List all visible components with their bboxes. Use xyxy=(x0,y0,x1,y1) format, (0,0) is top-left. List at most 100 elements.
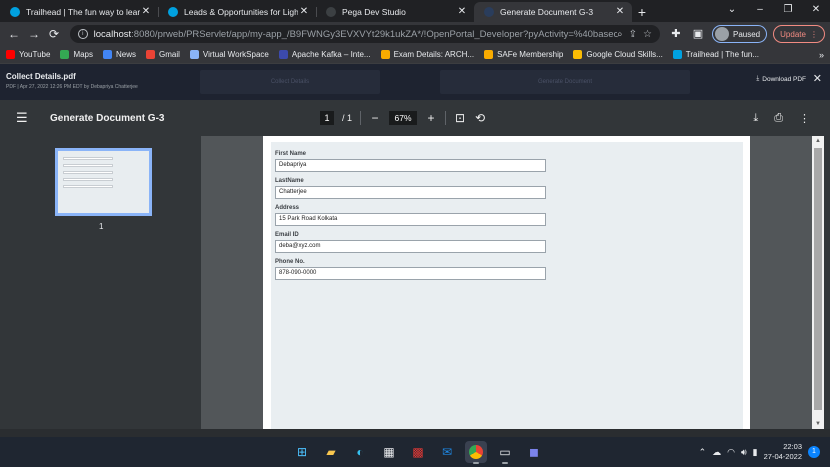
mail-icon[interactable]: ✉ xyxy=(436,441,458,463)
zoom-out-button[interactable]: − xyxy=(369,111,381,125)
pdf-page: First Name Debapriya LastName Chatterjee… xyxy=(263,136,750,429)
download-icon[interactable]: ⤓ xyxy=(753,112,758,125)
trailhead-favicon-icon xyxy=(10,7,20,17)
address-field[interactable]: 15 Park Road Kolkata xyxy=(275,213,546,226)
site-info-icon[interactable]: i xyxy=(78,29,88,39)
wifi-icon[interactable]: ◠ xyxy=(727,447,735,458)
edge-icon[interactable]: ◐ xyxy=(349,441,371,463)
chrome-logo-icon xyxy=(469,445,483,459)
print-icon[interactable]: ⎙ xyxy=(774,112,783,125)
close-icon[interactable]: ✕ xyxy=(298,6,310,18)
workspace-icon xyxy=(189,50,199,59)
zoom-level-input[interactable]: 67% xyxy=(389,111,418,125)
bookmarks-overflow-button[interactable]: » xyxy=(819,50,824,60)
page-zoom-controls: 1 / 1 − 67% + ⊡ ⟲ xyxy=(320,100,486,136)
tab-label: Pega Dev Studio xyxy=(342,7,406,17)
rotate-icon[interactable]: ⟲ xyxy=(474,111,486,125)
bookmark-exam-details[interactable]: Exam Details: ARCH... xyxy=(380,50,475,59)
share-icon[interactable]: ⇪ xyxy=(629,29,637,40)
divider xyxy=(360,111,362,125)
store-icon[interactable]: ▦ xyxy=(378,441,400,463)
clock-date: 27-04-2022 xyxy=(763,452,802,461)
chevron-up-icon[interactable]: ⌃ xyxy=(699,447,707,458)
close-icon[interactable]: ✕ xyxy=(140,6,152,18)
thumb-line xyxy=(63,171,113,174)
vertical-scrollbar[interactable]: ▲ ▼ xyxy=(812,136,824,429)
sidepanel-icon[interactable]: ▣ xyxy=(690,26,706,42)
more-vert-icon[interactable]: ⋮ xyxy=(799,112,810,125)
bookmark-label: News xyxy=(116,50,137,59)
last-name-field[interactable]: Chatterjee xyxy=(275,186,546,199)
file-explorer-icon[interactable]: ▰ xyxy=(320,441,342,463)
reload-button[interactable]: ⟳ xyxy=(44,24,64,44)
close-window-button[interactable]: ✕ xyxy=(802,0,830,20)
tab-trailhead[interactable]: Trailhead | The fun way to learn ✕ xyxy=(0,2,158,22)
zoom-in-button[interactable]: + xyxy=(425,111,437,125)
update-button[interactable]: Update ⋮ xyxy=(773,25,825,43)
minimize-button[interactable]: – xyxy=(746,0,774,20)
bookmark-maps[interactable]: Maps xyxy=(60,50,93,59)
restore-button[interactable]: ❐ xyxy=(774,0,802,20)
bookmark-virtual-workspace[interactable]: Virtual WorkSpace xyxy=(189,50,269,59)
bookmark-news[interactable]: News xyxy=(103,50,136,59)
browser-toolbar: ← → ⟳ i localhost :8080/prweb/PRServlet/… xyxy=(0,22,830,46)
teams-icon[interactable]: ◼ xyxy=(523,441,545,463)
search-icon[interactable]: ⌕ xyxy=(617,29,623,40)
battery-icon[interactable]: ▮ xyxy=(753,447,758,458)
thumb-line xyxy=(63,157,113,160)
first-name-field[interactable]: Debapriya xyxy=(275,159,546,172)
windows-taskbar: ⊞ ▰ ◐ ▦ ▩ ✉ ▭ ◼ ⌃ ☁ ◠ 🔊︎ ▮ 22:03 27-04-2… xyxy=(0,437,830,467)
phone-field[interactable]: 878-090-0000 xyxy=(275,267,546,280)
terminal-icon[interactable]: ▭ xyxy=(494,441,516,464)
close-icon[interactable]: ✕ xyxy=(813,72,822,85)
bookmark-label: Trailhead | The fun... xyxy=(685,50,760,59)
start-icon[interactable]: ⊞ xyxy=(291,441,313,463)
email-field[interactable]: deba@xyz.com xyxy=(275,240,546,253)
bookmark-gmail[interactable]: Gmail xyxy=(146,50,180,59)
forward-button[interactable]: → xyxy=(24,24,44,44)
omnibox-actions: ⌕ ⇪ ☆ xyxy=(617,29,652,40)
address-bar[interactable]: i localhost :8080/prweb/PRServlet/app/my… xyxy=(70,25,660,43)
bookmark-label: Google Cloud Skills... xyxy=(586,50,663,59)
close-icon[interactable]: ✕ xyxy=(614,6,626,18)
star-icon[interactable]: ☆ xyxy=(643,29,652,40)
screen: Trailhead | The fun way to learn ✕ Leads… xyxy=(0,0,830,467)
back-button[interactable]: ← xyxy=(4,24,24,44)
tab-leads[interactable]: Leads & Opportunities for Lightn ✕ xyxy=(158,2,316,22)
new-tab-button[interactable]: + xyxy=(632,2,652,22)
tab-pega-dev-studio[interactable]: Pega Dev Studio ✕ xyxy=(316,2,474,22)
email-label: Email ID xyxy=(275,232,299,238)
close-icon[interactable]: ✕ xyxy=(456,6,468,18)
scroll-down-icon[interactable]: ▼ xyxy=(812,419,824,429)
menu-icon[interactable]: ☰ xyxy=(16,110,34,126)
extensions-icon[interactable]: ✚ xyxy=(668,26,684,42)
gift-icon[interactable]: ▩ xyxy=(407,441,429,463)
thumbnail-page-number: 1 xyxy=(99,222,104,231)
download-pdf-button[interactable]: ⤓ Download PDF xyxy=(756,75,806,83)
page-number-input[interactable]: 1 xyxy=(320,111,334,125)
notification-badge[interactable]: 1 xyxy=(808,446,820,458)
bookmark-label: Apache Kafka – Inte... xyxy=(291,50,371,59)
youtube-icon xyxy=(6,50,15,59)
bookmark-safe-membership[interactable]: SAFe Membership xyxy=(484,50,563,59)
scrollbar-thumb[interactable] xyxy=(814,148,822,410)
chevron-down-icon[interactable]: ⌄ xyxy=(718,0,746,20)
pdf-actions: ⤓ ⎙ ⋮ xyxy=(753,100,810,136)
scroll-up-icon[interactable]: ▲ xyxy=(812,136,824,146)
background-step-collect: Collect Details xyxy=(200,70,380,94)
chrome-icon[interactable] xyxy=(465,441,487,464)
fit-page-icon[interactable]: ⊡ xyxy=(454,111,466,125)
toolbar-right: ✚ ▣ Paused Update ⋮ xyxy=(668,25,825,43)
onedrive-icon[interactable]: ☁ xyxy=(712,447,721,458)
tab-generate-document[interactable]: Generate Document G-3 ✕ xyxy=(474,2,632,22)
volume-icon[interactable]: 🔊︎ xyxy=(741,447,747,458)
bookmark-google-cloud[interactable]: Google Cloud Skills... xyxy=(573,50,663,59)
bookmark-apache-kafka[interactable]: Apache Kafka – Inte... xyxy=(278,50,371,59)
page-thumbnail[interactable] xyxy=(55,148,152,216)
bookmark-trailhead[interactable]: Trailhead | The fun... xyxy=(672,50,760,59)
bookmark-label: Exam Details: ARCH... xyxy=(393,50,475,59)
browser-tab-strip: Trailhead | The fun way to learn ✕ Leads… xyxy=(0,0,830,22)
bookmark-youtube[interactable]: YouTube xyxy=(6,50,50,59)
clock[interactable]: 22:03 27-04-2022 xyxy=(764,442,802,462)
profile-paused-button[interactable]: Paused xyxy=(712,25,768,43)
